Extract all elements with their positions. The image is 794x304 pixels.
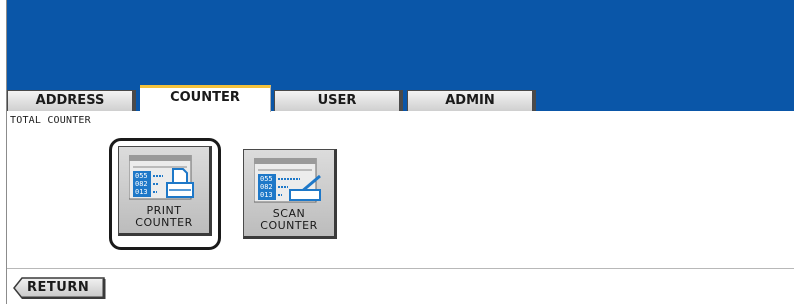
section-title: TOTAL COUNTER bbox=[10, 115, 91, 126]
print-counter-selection-frame: 055 082 013 PRINT COUNTER bbox=[109, 138, 221, 250]
icon-row-2: 082 bbox=[260, 183, 273, 191]
scan-counter-button[interactable]: 055 082 013 SCAN COUNTER bbox=[243, 149, 337, 239]
return-button[interactable]: RETURN bbox=[13, 277, 107, 299]
copier-panel: ADDRESS COUNTER USER ADMIN TOTAL COUNTER… bbox=[6, 0, 794, 304]
return-label: RETURN bbox=[27, 280, 90, 295]
tab-address[interactable]: ADDRESS bbox=[7, 90, 136, 111]
divider bbox=[7, 268, 794, 269]
print-counter-label: PRINT COUNTER bbox=[135, 204, 193, 229]
print-counter-icon: 055 082 013 bbox=[128, 154, 203, 205]
icon-row-1: 055 bbox=[260, 175, 273, 183]
content-area: TOTAL COUNTER 055 082 013 PRINT COUNTER … bbox=[7, 111, 794, 304]
scan-counter-icon: 055 082 013 bbox=[253, 157, 328, 208]
icon-row-1: 055 bbox=[135, 172, 148, 180]
scan-counter-label: SCAN COUNTER bbox=[260, 207, 318, 232]
icon-row-3: 013 bbox=[135, 188, 148, 196]
print-counter-button[interactable]: 055 082 013 PRINT COUNTER bbox=[118, 146, 212, 236]
icon-row-2: 082 bbox=[135, 180, 148, 188]
tab-strip: ADDRESS COUNTER USER ADMIN bbox=[7, 85, 794, 112]
tab-counter[interactable]: COUNTER bbox=[140, 85, 271, 112]
tab-user[interactable]: USER bbox=[274, 90, 403, 111]
tab-admin[interactable]: ADMIN bbox=[407, 90, 536, 111]
header-bar bbox=[7, 0, 794, 88]
icon-row-3: 013 bbox=[260, 191, 273, 199]
